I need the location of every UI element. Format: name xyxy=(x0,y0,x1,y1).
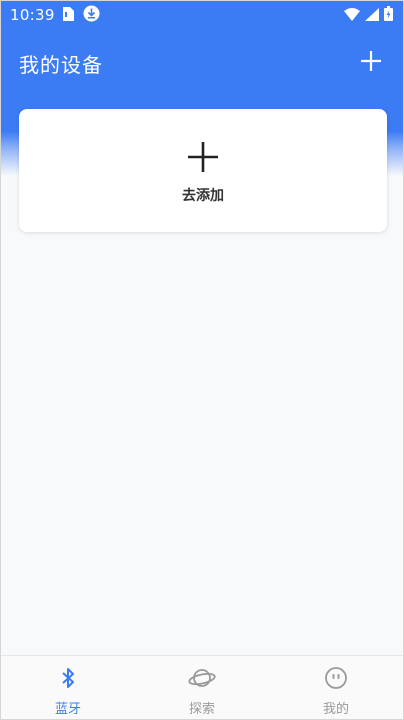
tab-label-mine: 我的 xyxy=(322,702,349,717)
tab-label-bluetooth: 蓝牙 xyxy=(54,702,81,717)
tab-bluetooth[interactable]: 蓝牙 xyxy=(1,656,135,719)
app-screen: 10:39 我的设备 去添加 蓝牙 探索 我的 xyxy=(0,0,404,720)
signal-icon xyxy=(365,6,379,25)
plus-icon xyxy=(187,141,219,177)
battery-charging-icon xyxy=(384,5,393,25)
status-left-icons xyxy=(62,5,100,26)
add-device-button[interactable] xyxy=(357,49,385,77)
status-time: 10:39 xyxy=(10,6,55,24)
page-title: 我的设备 xyxy=(19,52,103,77)
face-icon xyxy=(324,666,348,694)
tab-label-explore: 探索 xyxy=(188,702,215,717)
app-bar: 我的设备 xyxy=(1,41,403,85)
plus-icon xyxy=(360,50,382,76)
wifi-icon xyxy=(344,6,360,25)
planet-icon xyxy=(188,666,216,694)
status-bar: 10:39 xyxy=(1,1,403,29)
download-notification-icon xyxy=(83,5,100,26)
add-device-label: 去添加 xyxy=(182,188,224,204)
bottom-nav: 蓝牙 探索 我的 xyxy=(1,655,403,719)
tab-explore[interactable]: 探索 xyxy=(135,656,269,719)
add-device-card[interactable]: 去添加 xyxy=(19,109,387,232)
status-right-icons xyxy=(344,5,393,25)
tab-mine[interactable]: 我的 xyxy=(269,656,403,719)
sim-card-icon xyxy=(62,6,74,25)
bluetooth-icon xyxy=(57,666,79,694)
